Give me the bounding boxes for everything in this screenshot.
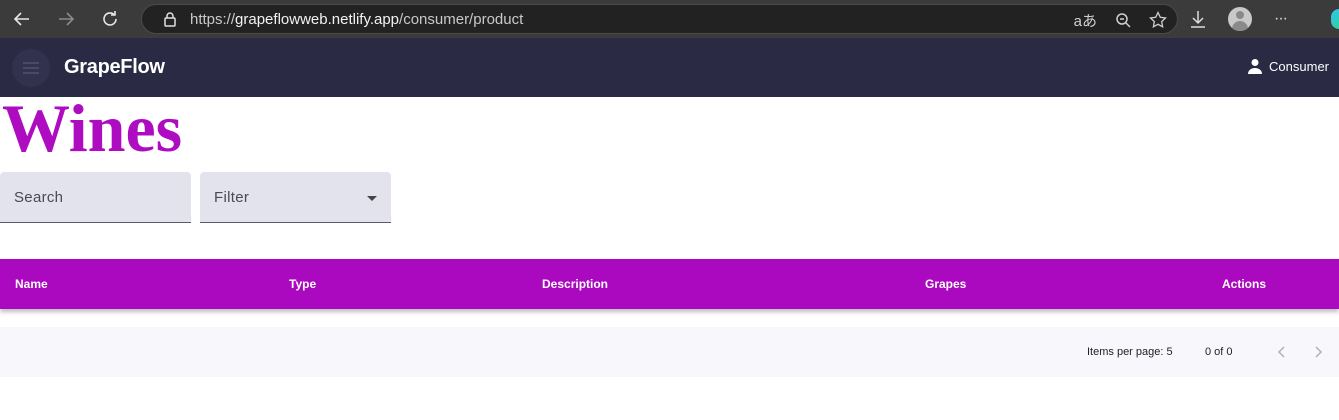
app-header: GrapeFlow Consumer [0, 38, 1339, 97]
read-aloud-icon[interactable]: aあ [1074, 10, 1097, 31]
app-title: GrapeFlow [64, 56, 165, 78]
reload-icon [103, 11, 117, 26]
menu-button[interactable] [12, 49, 50, 87]
search-input[interactable] [0, 172, 191, 222]
chevron-right-icon [1315, 346, 1323, 358]
browser-toolbar: https://grapeflowweb.netlify.app/consume… [0, 0, 1339, 38]
previous-page-button[interactable] [1270, 340, 1294, 364]
table-header: Name Type Description Grapes Actions [0, 259, 1339, 309]
back-button[interactable] [0, 0, 44, 38]
user-label: Consumer [1269, 58, 1329, 74]
column-header-name: Name [15, 277, 48, 291]
user-menu[interactable]: Consumer [1247, 58, 1329, 74]
url-host: grapeflowweb.netlify.app [235, 10, 400, 28]
chevron-left-icon [1277, 346, 1285, 358]
url-scheme: https:// [190, 10, 236, 28]
zoom-icon[interactable] [1115, 12, 1131, 28]
column-header-type: Type [289, 277, 317, 291]
paginator: Items per page: 5 0 of 0 [0, 327, 1339, 377]
dropdown-arrow-icon [367, 196, 377, 201]
next-page-button[interactable] [1306, 340, 1330, 364]
filter-select[interactable]: Filter [200, 172, 391, 223]
profile-icon[interactable] [1228, 7, 1252, 31]
items-per-page-value[interactable]: 5 [1167, 346, 1173, 358]
forward-icon [59, 12, 75, 26]
reload-button[interactable] [88, 0, 132, 38]
items-per-page[interactable]: Items per page: 5 [1087, 346, 1173, 358]
page-title: Wines [2, 90, 183, 166]
url-text: https://grapeflowweb.netlify.app/consume… [190, 11, 523, 28]
user-icon [1248, 59, 1263, 74]
forward-button[interactable] [44, 0, 88, 38]
filter-label: Filter [214, 189, 250, 206]
download-icon[interactable] [1190, 10, 1206, 28]
lock-icon[interactable] [156, 11, 184, 27]
page-range: 0 of 0 [1205, 346, 1233, 358]
favorite-star-icon[interactable] [1149, 11, 1167, 29]
items-per-page-label: Items per page: [1087, 346, 1164, 358]
url-path: /consumer/product [399, 10, 524, 28]
edge-sidebar-icon[interactable] [1331, 9, 1339, 29]
column-header-grapes: Grapes [925, 277, 967, 291]
back-icon [13, 12, 29, 26]
column-header-actions: Actions [1222, 277, 1267, 291]
address-bar[interactable]: https://grapeflowweb.netlify.app/consume… [141, 4, 1178, 34]
search-field[interactable] [0, 172, 191, 223]
menu-icon [23, 62, 39, 74]
column-header-description: Description [542, 277, 609, 291]
more-icon[interactable]: ··· [1274, 10, 1288, 28]
